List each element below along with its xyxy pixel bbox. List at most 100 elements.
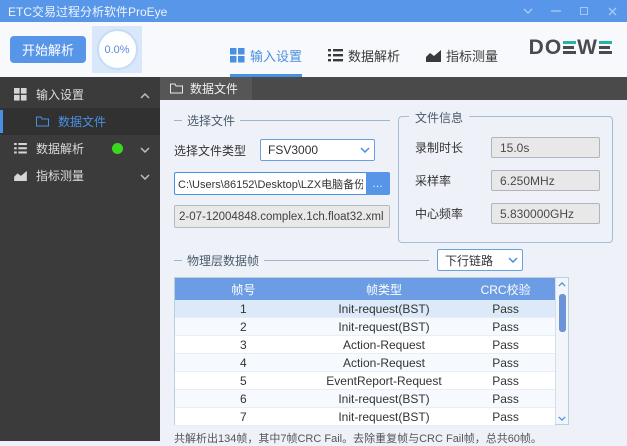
tab-label: 输入设置 [250,49,303,64]
start-analysis-button[interactable]: 开始解析 [10,36,86,63]
chevron-down-icon [508,257,518,263]
frames-table-header: 帧号 帧类型 CRC校验 [175,278,568,300]
table-cell: Action-Request [342,337,426,352]
window-title: ETC交易过程分析软件ProEye [8,4,168,19]
tab-label: 指标测量 [446,49,499,64]
table-cell: Pass [492,301,519,316]
sidebar-item-label: 输入设置 [36,88,85,102]
table-cell: EventReport-Request [326,373,442,388]
frames-table: 帧号 帧类型 CRC校验 1 Init-request(BST) Pass 2 Init… [174,277,569,426]
file-type-value: FSV3000 [268,143,319,157]
logo-text: W [577,36,598,59]
status-dot [112,143,123,154]
scroll-down-icon[interactable] [556,412,568,424]
scroll-up-icon[interactable] [556,278,568,290]
file-info-label: 录制时长 [415,141,464,155]
file-info-value: 6.250MHz [491,170,600,191]
grid-icon [230,48,245,63]
group-legend: 物理层数据帧 [187,253,260,268]
progress-indicator: 0.0% [92,26,142,73]
table-row[interactable]: 5 EventReport-Request Pass [175,372,555,390]
table-scrollbar[interactable] [555,278,568,424]
sidebar-item-indicator-measure[interactable]: 指标测量 [0,162,160,189]
folder-icon [36,116,49,127]
column-header: CRC校验 [480,282,531,297]
table-cell: 5 [240,373,247,388]
table-row[interactable]: 1 Init-request(BST) Pass [175,300,555,318]
window-controls [521,4,619,18]
tab-data-analysis[interactable]: 数据解析 [328,46,400,77]
area-chart-icon [426,50,442,62]
chevron-down-icon[interactable] [521,4,535,18]
doewe-logo: DO W [529,36,613,60]
sidebar-item-data-file[interactable]: 数据文件 [0,108,160,135]
tab-input-settings[interactable]: 输入设置 [230,46,303,77]
sidebar-item-label: 数据解析 [36,142,85,156]
file-info-value: 15.0s [491,137,600,158]
table-cell: 2 [240,319,247,334]
table-row[interactable]: 4 Action-Request Pass [175,354,555,372]
grid-icon [14,88,27,101]
file-type-select[interactable]: FSV3000 [260,139,376,161]
table-row[interactable]: 6 Init-request(BST) Pass [175,390,555,408]
frames-table-body: 1 Init-request(BST) Pass 2 Init-request(BST)… [175,300,568,426]
table-cell: Pass [492,409,519,424]
table-cell: 4 [240,355,247,370]
logo-text: DO [528,36,563,59]
close-icon[interactable] [605,4,619,18]
scrollbar-thumb[interactable] [558,294,566,332]
browse-button[interactable]: … [366,172,390,195]
parse-summary: 共解析出134帧，其中7帧CRC Fail。去除重复帧与CRC Fail帧，总共… [174,433,542,445]
titlebar: ETC交易过程分析软件ProEye [0,0,627,22]
file-info-label: 中心频率 [415,207,464,221]
list-icon [328,49,344,62]
table-cell: Init-request(BST) [338,409,430,424]
table-cell: Init-request(BST) [338,391,430,406]
file-type-label: 选择文件类型 [174,143,247,158]
progress-value: 0.0% [104,43,130,56]
sidebar-item-label: 指标测量 [36,169,85,183]
tab-label: 数据解析 [348,49,401,64]
table-cell: Pass [492,337,519,352]
folder-icon [170,83,183,94]
table-cell: Pass [492,355,519,370]
table-cell: Init-request(BST) [338,319,430,334]
logo-e-glyph [563,41,577,55]
chevron-down-icon [140,169,150,183]
table-cell: Pass [492,373,519,388]
chevron-up-icon [140,88,150,102]
file-info-label: 采样率 [415,174,452,188]
area-chart-icon [14,170,27,181]
table-row[interactable]: 2 Init-request(BST) Pass [175,318,555,336]
table-row[interactable]: 3 Action-Request Pass [175,336,555,354]
table-cell: Init-request(BST) [338,301,430,316]
content-tabstrip: 数据文件 [160,77,627,100]
logo-e-glyph [599,41,612,55]
sidebar: 输入设置 数据文件 数据解析 指标测量 [0,77,160,441]
link-direction-value: 下行链路 [445,253,494,268]
maximize-icon[interactable] [577,4,591,18]
table-cell: Pass [492,391,519,406]
file-name-field [174,205,390,228]
app-window: ETC交易过程分析软件ProEye 开始解析 0.0% 输入设置 数据解析 指标 [0,0,627,446]
table-cell: 3 [240,337,247,352]
list-icon [14,143,27,154]
tab-indicator-measure[interactable]: 指标测量 [426,46,498,77]
table-cell: 7 [240,409,247,424]
toolbar: 开始解析 0.0% 输入设置 数据解析 指标测量 DO W [0,22,627,77]
content-tab-label: 数据文件 [190,82,239,96]
file-info-group: 文件信息 录制时长 15.0s 采样率 6.250MHz 中心频率 5.8300… [398,109,613,243]
chevron-down-icon [140,142,150,156]
group-legend: 选择文件 [187,114,236,128]
table-cell: Action-Request [342,355,426,370]
content-tab-data-file[interactable]: 数据文件 [160,77,253,100]
sidebar-item-input-settings[interactable]: 输入设置 [0,81,160,108]
link-direction-select[interactable]: 下行链路 [437,249,523,271]
sidebar-item-label: 数据文件 [58,115,107,129]
table-row[interactable]: 7 Init-request(BST) Pass [175,408,555,426]
frames-group-header: 物理层数据帧 下行链路 [174,249,613,271]
sidebar-item-data-analysis[interactable]: 数据解析 [0,135,160,162]
minimize-icon[interactable] [549,4,563,18]
file-path-input[interactable] [174,172,366,195]
table-cell: 6 [240,391,247,406]
